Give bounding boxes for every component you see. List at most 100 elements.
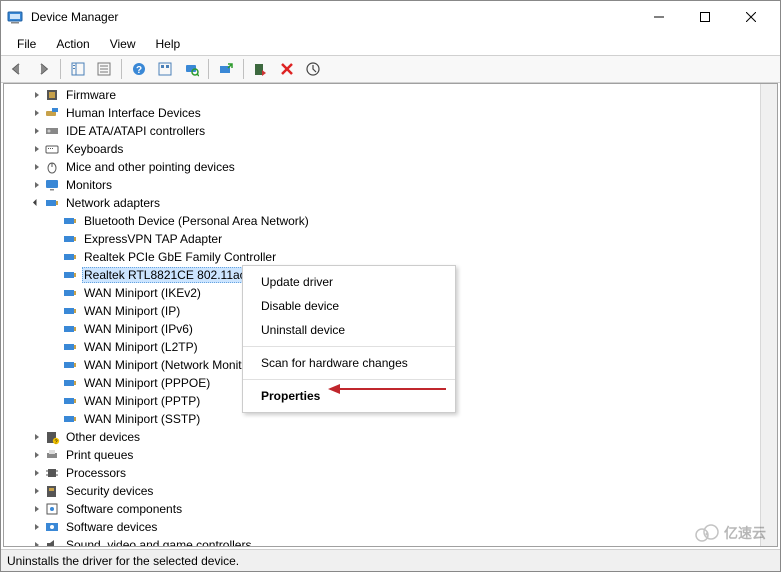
tree-item-software-components[interactable]: Software components <box>4 500 777 518</box>
vertical-scrollbar[interactable] <box>760 84 777 546</box>
other-devices-icon: ? <box>44 429 60 445</box>
expand-icon[interactable] <box>28 177 44 193</box>
network-adapter-icon <box>62 375 78 391</box>
menu-view[interactable]: View <box>100 35 146 53</box>
expand-icon[interactable] <box>28 429 44 445</box>
network-adapter-icon <box>62 231 78 247</box>
expand-icon[interactable] <box>28 141 44 157</box>
printer-icon <box>44 447 60 463</box>
tree-item-ide[interactable]: IDE ATA/ATAPI controllers <box>4 122 777 140</box>
back-button[interactable] <box>5 57 29 81</box>
status-text: Uninstalls the driver for the selected d… <box>7 554 239 568</box>
ctx-properties[interactable]: Properties <box>243 384 455 408</box>
tree-item-keyboards[interactable]: Keyboards <box>4 140 777 158</box>
expand-icon[interactable] <box>28 465 44 481</box>
separator <box>243 346 455 347</box>
forward-button[interactable] <box>31 57 55 81</box>
security-icon <box>44 483 60 499</box>
tree-item-monitors[interactable]: Monitors <box>4 176 777 194</box>
maximize-button[interactable] <box>682 2 728 32</box>
action-icon[interactable] <box>153 57 177 81</box>
tree-item-label: WAN Miniport (IKEv2) <box>82 285 203 301</box>
network-adapter-icon <box>62 303 78 319</box>
tree-item-mice[interactable]: Mice and other pointing devices <box>4 158 777 176</box>
monitor-icon <box>44 177 60 193</box>
sound-icon <box>44 537 60 547</box>
separator <box>121 59 122 79</box>
network-adapter-icon <box>62 249 78 265</box>
tree-item-label: WAN Miniport (PPPOE) <box>82 375 212 391</box>
uninstall-button[interactable] <box>275 57 299 81</box>
ctx-uninstall-device[interactable]: Uninstall device <box>243 318 455 342</box>
expand-icon[interactable] <box>28 501 44 517</box>
tree-item-security[interactable]: Security devices <box>4 482 777 500</box>
hid-icon <box>44 105 60 121</box>
separator <box>208 59 209 79</box>
tree-item-other-devices[interactable]: ? Other devices <box>4 428 777 446</box>
menubar: File Action View Help <box>1 33 780 55</box>
tree-item-label: Realtek PCIe GbE Family Controller <box>82 249 278 265</box>
ctx-scan-hardware[interactable]: Scan for hardware changes <box>243 351 455 375</box>
tree-item-sound[interactable]: Sound, video and game controllers <box>4 536 777 547</box>
statusbar: Uninstalls the driver for the selected d… <box>1 549 780 571</box>
tree-item-label: WAN Miniport (PPTP) <box>82 393 202 409</box>
disable-button[interactable] <box>249 57 273 81</box>
firmware-icon <box>44 87 60 103</box>
separator <box>243 379 455 380</box>
keyboard-icon <box>44 141 60 157</box>
expand-icon[interactable] <box>28 537 44 547</box>
ctx-update-driver[interactable]: Update driver <box>243 270 455 294</box>
toolbar: ? <box>1 55 780 83</box>
ide-icon <box>44 123 60 139</box>
expand-icon[interactable] <box>28 123 44 139</box>
expand-icon[interactable] <box>28 105 44 121</box>
network-adapter-icon <box>62 411 78 427</box>
enable-button[interactable] <box>301 57 325 81</box>
expand-icon[interactable] <box>28 87 44 103</box>
network-adapter-icon <box>62 321 78 337</box>
tree-item-network-child[interactable]: Bluetooth Device (Personal Area Network) <box>4 212 777 230</box>
properties-button[interactable] <box>92 57 116 81</box>
scan-hardware-button[interactable] <box>179 57 203 81</box>
window-controls <box>636 2 774 32</box>
tree-item-network-adapters[interactable]: Network adapters <box>4 194 777 212</box>
menu-help[interactable]: Help <box>146 35 191 53</box>
software-devices-icon <box>44 519 60 535</box>
expand-icon[interactable] <box>28 519 44 535</box>
titlebar: Device Manager <box>1 1 780 33</box>
help-button[interactable]: ? <box>127 57 151 81</box>
app-icon <box>7 9 23 25</box>
ctx-disable-device[interactable]: Disable device <box>243 294 455 318</box>
minimize-button[interactable] <box>636 2 682 32</box>
svg-text:?: ? <box>136 65 142 76</box>
collapse-icon[interactable] <box>28 195 44 211</box>
device-manager-window: Device Manager File Action View Help ? <box>0 0 781 572</box>
update-driver-button[interactable] <box>214 57 238 81</box>
mouse-icon <box>44 159 60 175</box>
expand-icon[interactable] <box>28 447 44 463</box>
network-adapter-icon <box>62 393 78 409</box>
window-title: Device Manager <box>31 10 636 24</box>
tree-item-hid[interactable]: Human Interface Devices <box>4 104 777 122</box>
tree-item-network-child[interactable]: Realtek PCIe GbE Family Controller <box>4 248 777 266</box>
network-adapter-icon <box>44 195 60 211</box>
tree-item-firmware[interactable]: Firmware <box>4 86 777 104</box>
tree-item-processors[interactable]: Processors <box>4 464 777 482</box>
show-hide-tree-button[interactable] <box>66 57 90 81</box>
close-button[interactable] <box>728 2 774 32</box>
tree-item-label: Realtek RTL8821CE 802.11ac P <box>82 267 259 283</box>
processor-icon <box>44 465 60 481</box>
expand-icon[interactable] <box>28 159 44 175</box>
network-adapter-icon <box>62 339 78 355</box>
network-adapter-icon <box>62 267 78 283</box>
menu-file[interactable]: File <box>7 35 46 53</box>
tree-item-label: WAN Miniport (Network Monitor) <box>82 357 258 373</box>
software-icon <box>44 501 60 517</box>
tree-item-print-queues[interactable]: Print queues <box>4 446 777 464</box>
menu-action[interactable]: Action <box>46 35 99 53</box>
tree-item-software-devices[interactable]: Software devices <box>4 518 777 536</box>
network-adapter-icon <box>62 213 78 229</box>
tree-item-network-child[interactable]: ExpressVPN TAP Adapter <box>4 230 777 248</box>
expand-icon[interactable] <box>28 483 44 499</box>
separator <box>60 59 61 79</box>
